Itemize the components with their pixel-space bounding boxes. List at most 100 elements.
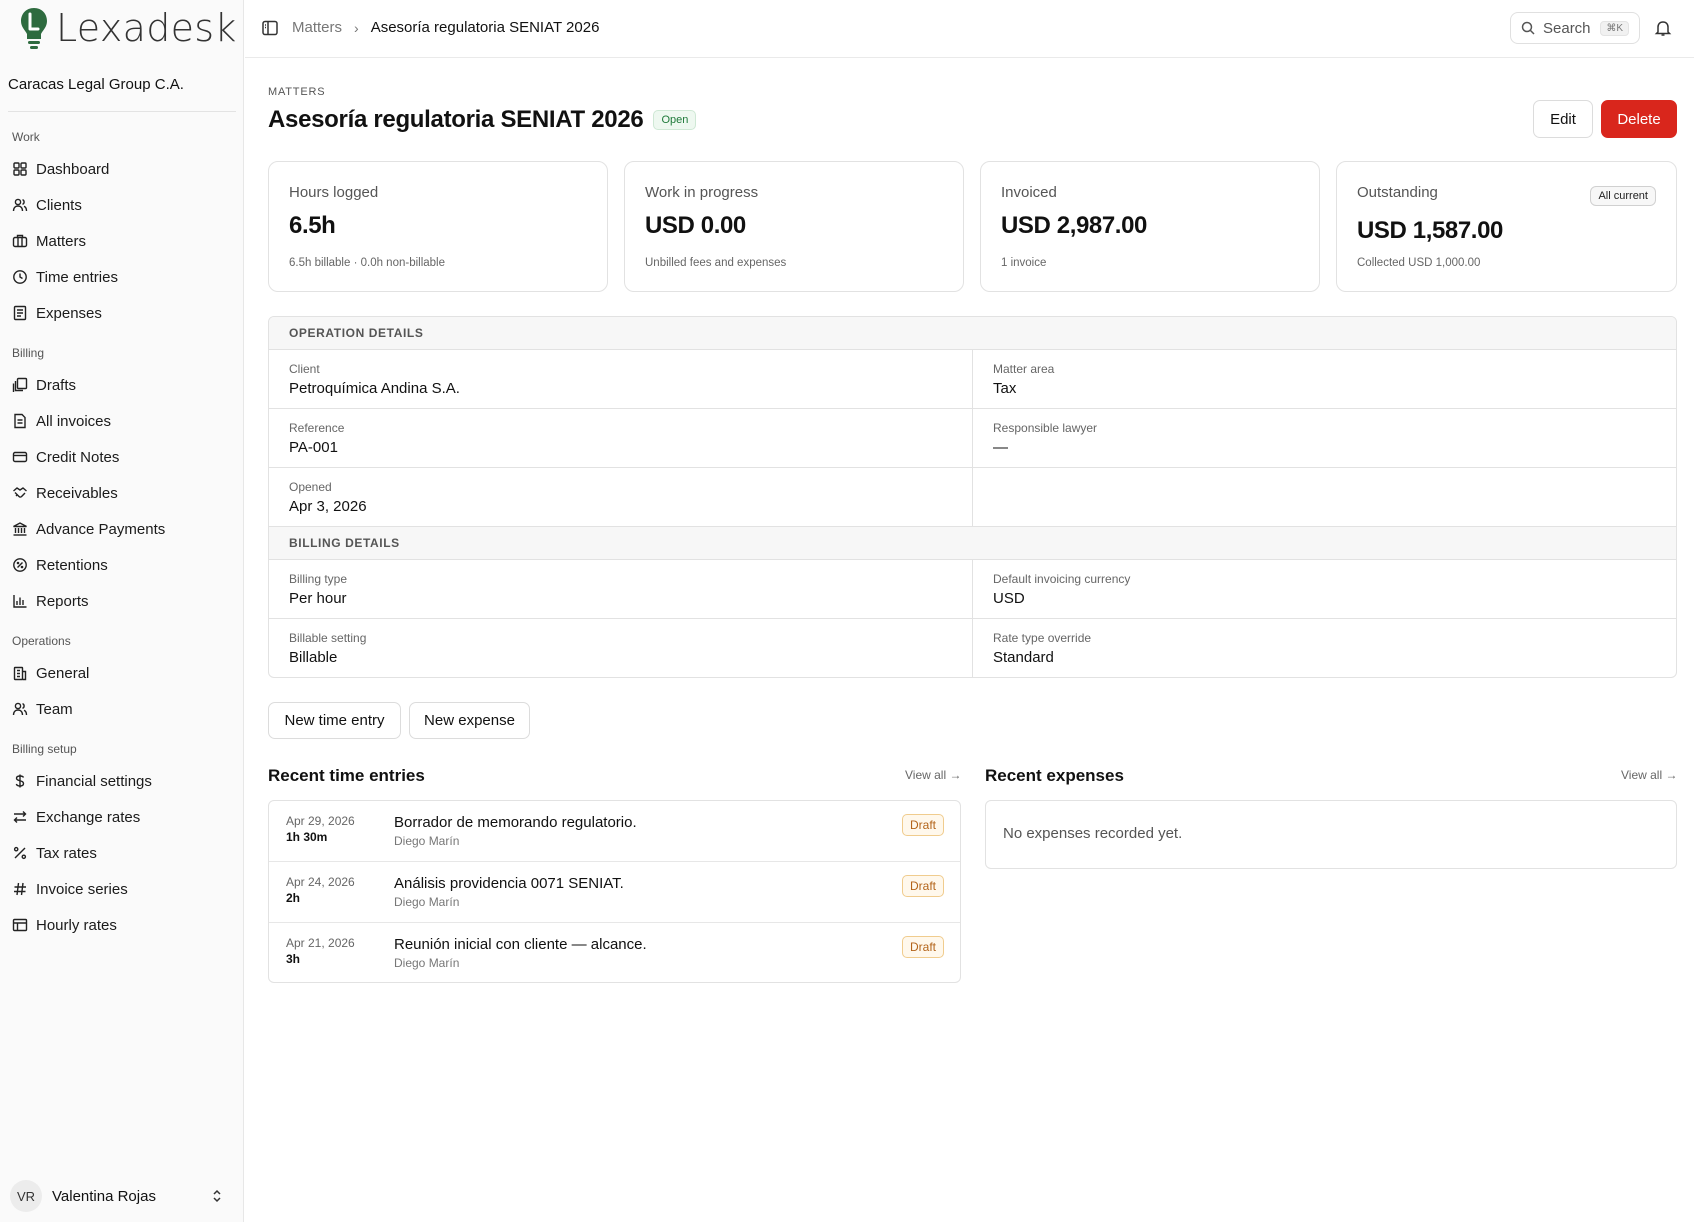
search-shortcut: ⌘K [1600,20,1629,36]
organization-name[interactable]: Caracas Legal Group C.A. [8,76,184,93]
sidebar-item-clients[interactable]: Clients [8,189,236,221]
field-reference: Reference PA-001 [269,409,973,468]
field-client: Client Petroquímica Andina S.A. [269,350,973,409]
time-entry-row[interactable]: Apr 29, 2026 1h 30m Borrador de memorand… [269,801,960,862]
sidebar-toggle-icon[interactable] [261,19,279,37]
recent-expenses-title: Recent expenses [985,766,1124,785]
arrows-exchange-icon [13,811,27,823]
sidebar-item-expenses[interactable]: Expenses [8,297,236,329]
sidebar-item-label: Financial settings [36,772,152,790]
sidebar-item-label: Reports [36,592,89,610]
details-panel: OPERATION DETAILS Client Petroquímica An… [268,316,1677,678]
entry-duration: 3h [286,952,301,966]
empty-state-text: No expenses recorded yet. [1003,825,1183,842]
sidebar-item-matters[interactable]: Matters [8,225,236,257]
stat-value: USD 0.00 [645,212,746,239]
sidebar-item-time-entries[interactable]: Time entries [8,261,236,293]
new-time-entry-button[interactable]: New time entry [268,702,401,739]
delete-button[interactable]: Delete [1601,100,1677,138]
clock-icon [13,270,27,284]
sidebar-item-label: Credit Notes [36,448,120,466]
field-empty [973,468,1676,527]
entry-date: Apr 24, 2026 [286,875,355,889]
sidebar-item-label: Advance Payments [36,520,166,538]
stat-subtext: 6.5h billable · 0.0h non-billable [289,257,445,269]
new-expense-button[interactable]: New expense [409,702,530,739]
handshake-icon [13,487,27,498]
field-value: Billable [289,649,338,666]
app-name: Lexadesk [56,6,237,50]
sidebar-item-label: Retentions [36,556,108,574]
edit-button[interactable]: Edit [1533,100,1593,138]
sidebar-item-label: General [36,664,90,682]
sidebar-item-hourly-rates[interactable]: Hourly rates [8,909,236,941]
sidebar-item-label: Expenses [36,304,102,322]
sidebar-item-invoice-series[interactable]: Invoice series [8,873,236,905]
stat-label: Hours logged [289,184,379,201]
stat-value: USD 2,987.00 [1001,212,1147,239]
sidebar-item-general[interactable]: General [8,657,236,689]
sidebar-item-label: Dashboard [36,160,110,178]
stat-pill: All current [1590,186,1656,206]
sidebar-item-receivables[interactable]: Receivables [8,477,236,509]
stat-subtext: Unbilled fees and expenses [645,257,787,269]
draft-badge: Draft [901,814,944,836]
field-value: Standard [993,649,1054,666]
entry-description: Reunión inicial con cliente — alcance. [394,936,647,953]
sidebar-item-financial-settings[interactable]: Financial settings [8,765,236,797]
entry-description: Análisis providencia 0071 SENIAT. [394,875,624,892]
sidebar-item-label: Tax rates [36,844,97,862]
divider [8,111,236,112]
credit-card-icon [12,451,28,463]
sidebar-item-advance-payments[interactable]: Advance Payments [8,513,236,545]
stat-subtext: 1 invoice [1001,257,1047,269]
nav-section-billing-setup: Billing setup [12,742,77,756]
field-value: Apr 3, 2026 [289,498,367,515]
field-label: Responsible lawyer [993,421,1098,435]
stat-value: 6.5h [289,212,336,239]
entry-author: Diego Marín [394,895,460,909]
top-bar: Matters › Asesoría regulatoria SENIAT 20… [245,0,1694,58]
sidebar-item-retentions[interactable]: Retentions [8,549,236,581]
search-button[interactable]: Search ⌘K [1510,12,1640,44]
sidebar-item-reports[interactable]: Reports [8,585,236,617]
view-all-expenses-link[interactable]: View all → [1621,768,1677,782]
grid-icon [13,162,27,176]
entry-date: Apr 21, 2026 [286,936,355,950]
field-billable-setting: Billable setting Billable [269,619,973,677]
page-title: Asesoría regulatoria SENIAT 2026 [268,106,644,133]
field-label: Opened [289,480,332,494]
avatar: VR [10,1180,42,1212]
sidebar-item-credit-notes[interactable]: Credit Notes [8,441,236,473]
sidebar-item-label: Invoice series [36,880,128,898]
sidebar-item-all-invoices[interactable]: All invoices [8,405,236,437]
field-label: Billing type [289,572,348,586]
draft-badge: Draft [901,875,944,897]
sidebar-item-label: Exchange rates [36,808,141,826]
sidebar: Lexadesk Caracas Legal Group C.A. Work D… [0,0,244,1222]
sidebar-item-dashboard[interactable]: Dashboard [8,153,236,185]
time-entry-row[interactable]: Apr 24, 2026 2h Análisis providencia 007… [269,862,960,923]
billing-details-heading: BILLING DETAILS [269,527,1676,560]
stat-value: USD 1,587.00 [1357,217,1503,244]
sidebar-item-exchange-rates[interactable]: Exchange rates [8,801,236,833]
hash-icon [14,882,26,896]
team-icon [12,702,28,716]
field-label: Default invoicing currency [993,572,1131,586]
receipt-icon [13,305,27,321]
view-all-time-entries-link[interactable]: View all → [905,768,961,782]
sidebar-item-team[interactable]: Team [8,693,236,725]
breadcrumb-matters[interactable]: Matters [292,19,342,36]
sidebar-item-label: Receivables [36,484,118,502]
sidebar-item-drafts[interactable]: Drafts [8,369,236,401]
brand[interactable]: Lexadesk [20,6,237,50]
recent-time-entries-title: Recent time entries [268,766,425,785]
building-icon [13,666,27,681]
time-entry-row[interactable]: Apr 21, 2026 3h Reunión inicial con clie… [269,923,960,984]
sidebar-item-tax-rates[interactable]: Tax rates [8,837,236,869]
user-menu[interactable]: VR Valentina Rojas [10,1180,224,1212]
recent-time-entries-list: Apr 29, 2026 1h 30m Borrador de memorand… [268,800,961,983]
bell-icon[interactable] [1654,19,1672,37]
sidebar-item-label: Team [36,700,73,718]
drafts-icon [12,377,28,392]
